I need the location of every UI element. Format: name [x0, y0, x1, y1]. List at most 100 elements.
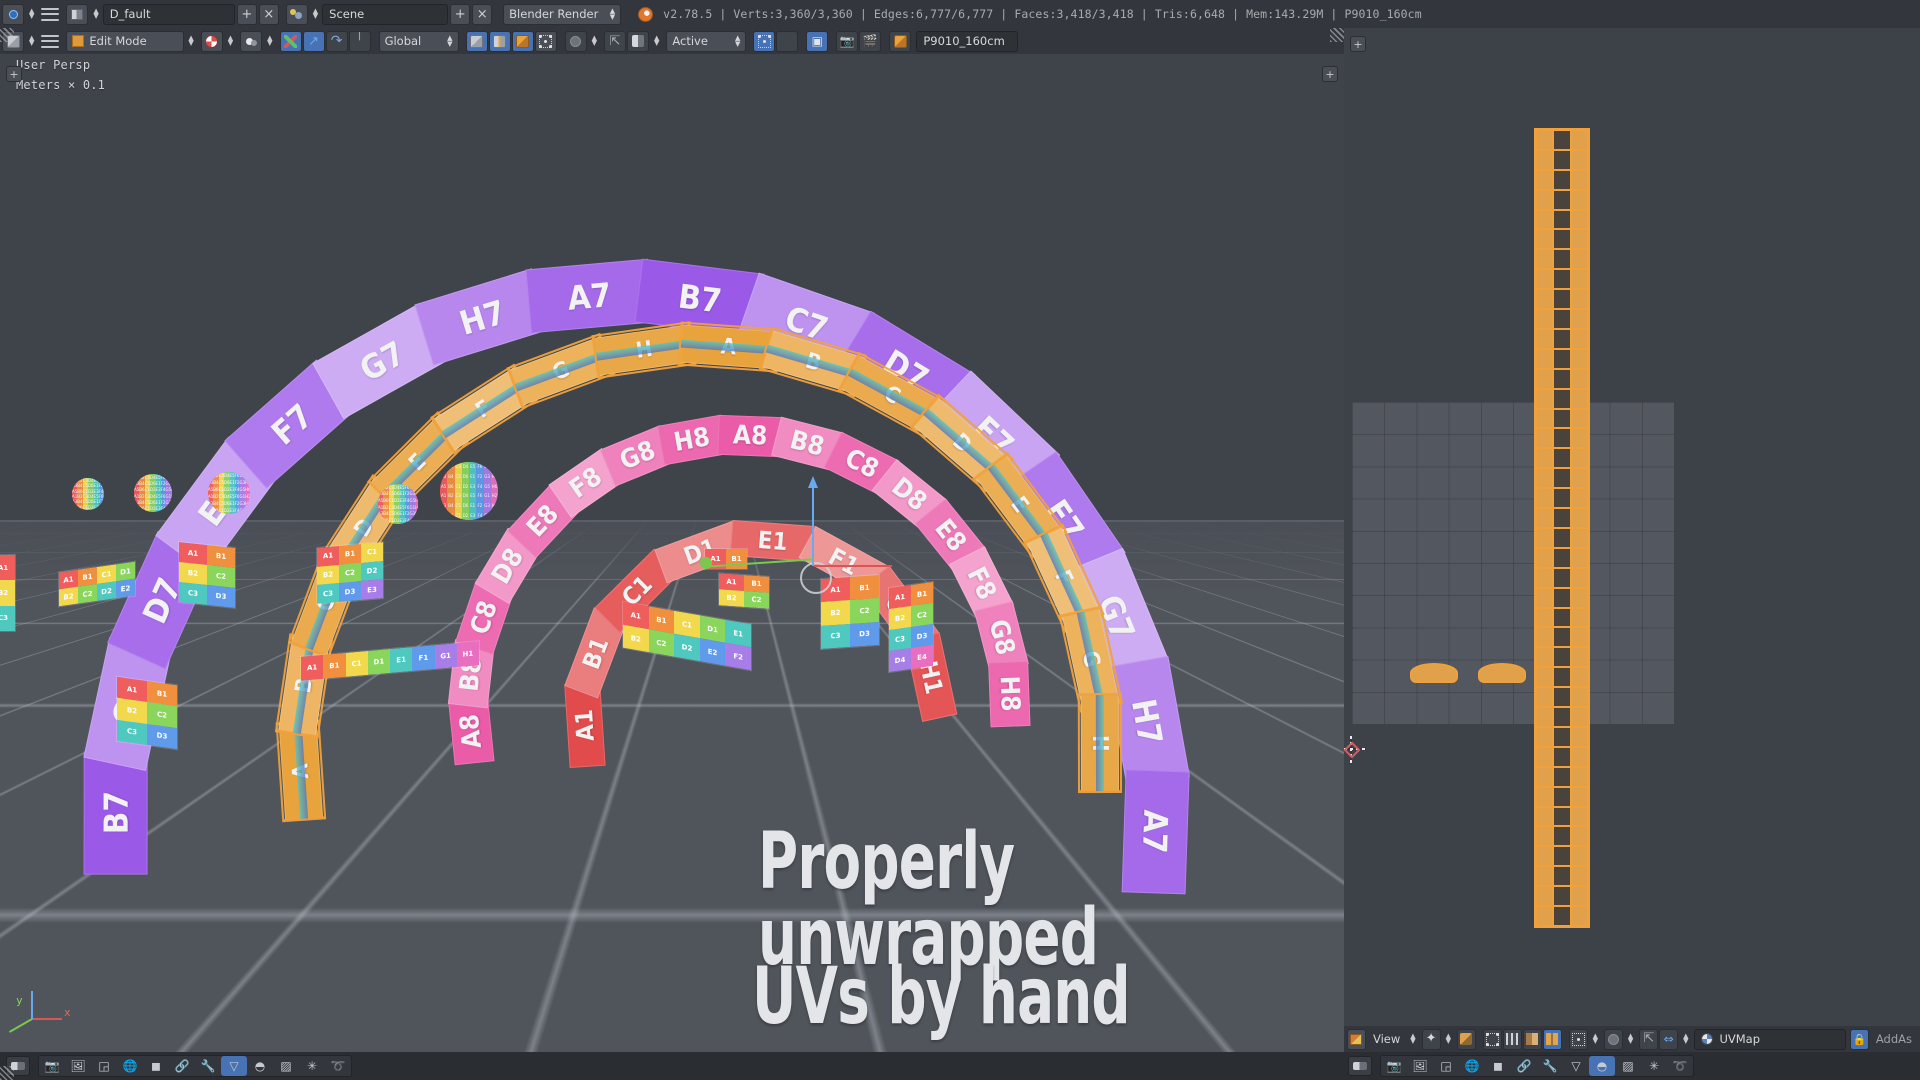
scene-field[interactable]: Scene — [322, 3, 449, 25]
uv-face[interactable] — [1570, 169, 1588, 190]
uv-face[interactable] — [1536, 866, 1554, 887]
uv-face[interactable] — [1553, 707, 1571, 727]
delete-scene-button[interactable]: × — [472, 3, 493, 25]
uv-sync-icon[interactable] — [200, 30, 223, 52]
uv-2d-cursor[interactable] — [1344, 736, 1366, 764]
mode-dropdown[interactable]: Edit Mode — [66, 30, 185, 52]
object-tab[interactable]: ◼ — [1485, 1056, 1511, 1076]
uv-face[interactable] — [1570, 130, 1588, 150]
uv-face[interactable] — [1570, 667, 1588, 688]
snap-element-button[interactable] — [626, 30, 649, 52]
uv-face[interactable] — [1570, 886, 1588, 907]
uv-sync-selection-button[interactable] — [1456, 1028, 1476, 1050]
view3d-menu-icon[interactable] — [41, 34, 60, 48]
scene-tab[interactable]: ◲ — [1433, 1056, 1459, 1076]
face-select-mode-button[interactable] — [511, 30, 534, 52]
mode-spinner[interactable]: ▲ ▼ — [188, 35, 193, 47]
uv-image-editor[interactable]: + — [1344, 28, 1920, 1080]
uv-face[interactable] — [1570, 309, 1588, 329]
uv-face[interactable] — [1553, 468, 1571, 489]
uv-lock-button[interactable]: 🔒 — [1849, 1028, 1869, 1050]
occlude-geometry-button[interactable] — [534, 30, 557, 52]
uv-stretch-button[interactable]: ⇔ — [1659, 1028, 1679, 1050]
uv-island-selected[interactable] — [1534, 128, 1590, 928]
scale-manipulator-button[interactable]: ↷ — [325, 30, 348, 52]
uv-face[interactable] — [1553, 269, 1571, 290]
uv-face[interactable] — [1536, 707, 1554, 727]
particles-tab[interactable]: ✳ — [299, 1056, 325, 1076]
constraints-tab[interactable]: 🔗 — [169, 1056, 195, 1076]
pivot-point-icon[interactable] — [240, 30, 263, 52]
texture-tab[interactable]: ▨ — [273, 1056, 299, 1076]
render-layers-tab[interactable]: 🖼 — [65, 1056, 91, 1076]
view3d-viewport[interactable]: B7C7D7E7F7G7H7A7B7C7D7E7F7G7H7A7ABCDEFGH… — [0, 54, 1344, 1080]
uv-face[interactable] — [1570, 388, 1588, 409]
world-tab[interactable]: 🌐 — [1459, 1056, 1485, 1076]
uv-face[interactable] — [1536, 328, 1554, 349]
uv-face[interactable] — [1553, 428, 1571, 449]
uv-face[interactable] — [1570, 726, 1588, 747]
uv-face[interactable] — [1553, 249, 1571, 270]
uv-sticky-select-button[interactable] — [1568, 1028, 1588, 1050]
manipulator-extra-button[interactable]: ╵ — [348, 30, 371, 52]
area-corner-handle-bl[interactable] — [0, 1066, 14, 1080]
area-corner-handle-tr[interactable] — [1330, 28, 1344, 42]
object-datablock-icon[interactable] — [889, 30, 912, 52]
uv-face[interactable] — [1553, 209, 1571, 230]
uv-face[interactable] — [1536, 607, 1554, 628]
uv-face[interactable] — [1536, 209, 1554, 230]
uv-face[interactable] — [1553, 348, 1571, 369]
uv-face[interactable] — [1536, 846, 1554, 867]
uv-face[interactable] — [1553, 309, 1571, 329]
manipulator-y-handle[interactable] — [700, 557, 712, 569]
uv-face[interactable] — [1570, 249, 1588, 270]
delete-screen-layout-button[interactable]: × — [258, 3, 279, 25]
translate-manipulator-button[interactable] — [279, 30, 302, 52]
uv-face[interactable] — [1536, 289, 1554, 310]
uv-face[interactable] — [1570, 209, 1588, 230]
pivot-point-spinner[interactable]: ▲ ▼ — [267, 35, 272, 47]
uv-face[interactable] — [1536, 149, 1554, 170]
uv-face[interactable] — [1536, 766, 1554, 787]
uv-face[interactable] — [1570, 408, 1588, 429]
uv-face[interactable] — [1553, 806, 1571, 827]
uv-face[interactable] — [1553, 746, 1571, 767]
uv-face[interactable] — [1553, 448, 1571, 469]
uv-face[interactable] — [1570, 348, 1588, 369]
opengl-render-image-button[interactable]: 📷 — [836, 30, 859, 52]
uv-face[interactable] — [1536, 189, 1554, 210]
uv-face[interactable] — [1553, 667, 1571, 688]
uv-face[interactable] — [1570, 627, 1588, 648]
uv-pivot-spinner[interactable]: ▲ ▼ — [1446, 1033, 1451, 1045]
uv-face[interactable] — [1536, 587, 1554, 608]
uv-face[interactable] — [1536, 726, 1554, 747]
uv-island-small-b[interactable] — [1478, 663, 1526, 683]
uv-snap-button[interactable]: ⇱ — [1639, 1028, 1659, 1050]
uv-toolshelf-toggle-button[interactable]: + — [1350, 36, 1366, 52]
uv-face[interactable] — [1570, 786, 1588, 807]
uv-face[interactable] — [1570, 647, 1588, 668]
transform-orientation-dropdown[interactable]: Global ▲ ▼ — [378, 30, 459, 52]
uv-face[interactable] — [1570, 826, 1588, 847]
editor-type-uvimage-icon[interactable] — [1347, 1028, 1366, 1050]
uv-face[interactable] — [1553, 368, 1571, 389]
uv-face[interactable] — [1553, 408, 1571, 429]
uv-pivot-button[interactable]: ✦ — [1421, 1028, 1441, 1050]
uv-face[interactable] — [1570, 488, 1588, 509]
object-tab[interactable]: ◼ — [143, 1056, 169, 1076]
uv-face[interactable] — [1570, 806, 1588, 827]
add-scene-button[interactable]: + — [450, 3, 471, 25]
scene-icon[interactable] — [285, 3, 308, 25]
editor-type-info-icon[interactable] — [2, 3, 24, 25]
uv-face[interactable] — [1553, 488, 1571, 509]
uv-face[interactable] — [1570, 766, 1588, 787]
add-screen-layout-button[interactable]: + — [236, 3, 257, 25]
uv-face[interactable] — [1553, 388, 1571, 409]
uv-face[interactable] — [1570, 846, 1588, 867]
screen-layout-field[interactable]: D_fault — [102, 3, 235, 25]
data-tab[interactable]: ▽ — [1563, 1056, 1589, 1076]
uv-face[interactable] — [1553, 567, 1571, 588]
uv-face[interactable] — [1536, 547, 1554, 568]
uv-face[interactable] — [1553, 169, 1571, 190]
uv-face[interactable] — [1570, 468, 1588, 489]
